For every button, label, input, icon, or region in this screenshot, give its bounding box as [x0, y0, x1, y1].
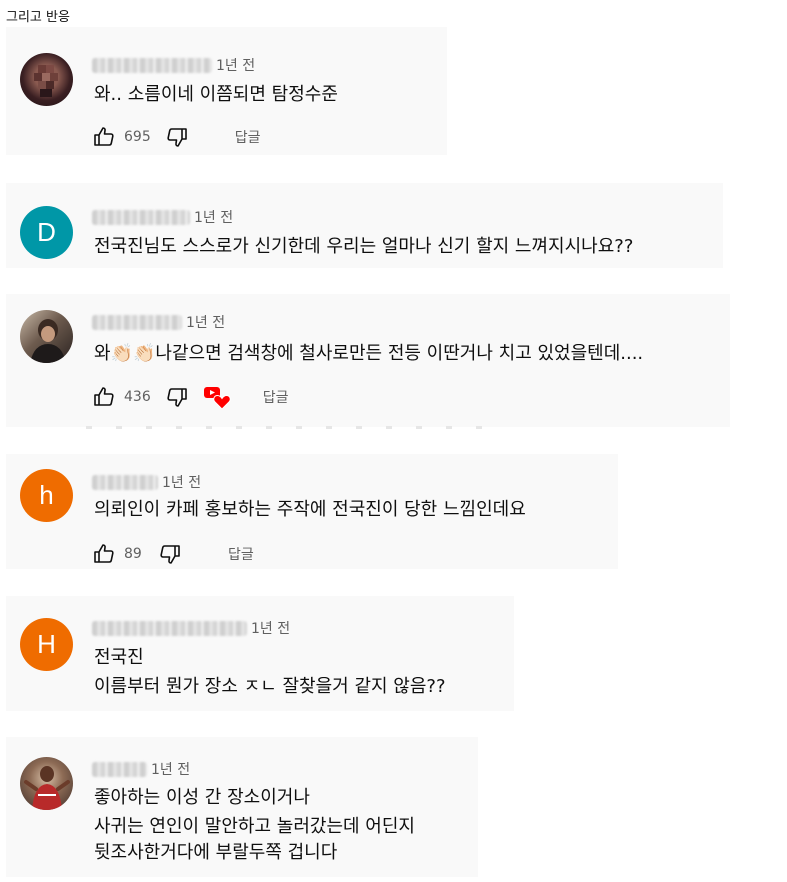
- avatar[interactable]: h: [20, 469, 73, 522]
- comment-text-line: 전국진: [94, 647, 144, 668]
- like-count: 436: [124, 389, 151, 405]
- comment-actions: 89 답글: [92, 542, 254, 566]
- comment-text-line: 좋아하는 이성 간 장소이거나: [94, 787, 310, 808]
- author-name-blurred[interactable]: [92, 474, 158, 490]
- comment-meta: 1년 전: [92, 759, 190, 779]
- reply-button[interactable]: 답글: [228, 544, 254, 564]
- comment-text-line: 사귀는 연인이 말안하고 놀러갔는데 어딘지: [94, 816, 415, 837]
- comment-text-line: 이름부터 뭔가 장소 ㅈㄴ 잘찾을거 같지 않음??: [94, 676, 446, 697]
- dislike-icon[interactable]: [165, 385, 189, 409]
- comment-text: 의뢰인이 카페 홍보하는 주작에 전국진이 당한 느낌인데요: [94, 499, 526, 520]
- dislike-icon[interactable]: [158, 542, 182, 566]
- dislike-icon[interactable]: [165, 125, 189, 149]
- comment-card: h 1년 전 의뢰인이 카페 홍보하는 주작에 전국진이 당한 느낌인데요 89…: [6, 454, 618, 569]
- like-icon[interactable]: [92, 542, 116, 566]
- comment-text: 와👏🏻👏🏻나같으면 검색창에 철사로만든 전등 이딴거나 치고 있었을텐데...…: [94, 343, 644, 364]
- author-name-blurred[interactable]: [92, 57, 212, 73]
- comment-actions: 695 답글: [92, 125, 261, 149]
- reply-button[interactable]: 답글: [263, 387, 289, 407]
- avatar[interactable]: D: [20, 206, 73, 259]
- author-name-blurred[interactable]: [92, 314, 182, 330]
- avatar[interactable]: [20, 310, 73, 363]
- divider: [86, 426, 486, 429]
- avatar[interactable]: [20, 53, 73, 106]
- avatar-person-icon: [30, 319, 66, 363]
- comment-card: 1년 전 와👏🏻👏🏻나같으면 검색창에 철사로만든 전등 이딴거나 치고 있었을…: [6, 294, 730, 427]
- comment-time[interactable]: 1년 전: [186, 312, 225, 332]
- comment-actions: 436 답글: [92, 385, 289, 410]
- creator-heart-icon: [203, 387, 231, 410]
- comment-text: 와.. 소름이네 이쯤되면 탐정수준: [94, 84, 338, 105]
- comment-time[interactable]: 1년 전: [251, 618, 290, 638]
- comment-time[interactable]: 1년 전: [194, 207, 233, 227]
- comment-meta: 1년 전: [92, 312, 225, 332]
- like-count: 695: [124, 129, 151, 145]
- comment-time[interactable]: 1년 전: [151, 759, 190, 779]
- page-title: 그리고 반응: [6, 10, 70, 25]
- avatar-athlete-icon: [24, 766, 70, 810]
- comment-card: 1년 전 좋아하는 이성 간 장소이거나 사귀는 연인이 말안하고 놀러갔는데 …: [6, 737, 478, 877]
- comment-time[interactable]: 1년 전: [216, 55, 255, 75]
- reply-button[interactable]: 답글: [235, 127, 261, 147]
- avatar-pixelated-icon: [34, 65, 58, 97]
- author-name-blurred[interactable]: [92, 209, 190, 225]
- comment-meta: 1년 전: [92, 618, 290, 638]
- comment-card: 1년 전 와.. 소름이네 이쯤되면 탐정수준 695 답글: [6, 27, 447, 155]
- comment-meta: 1년 전: [92, 55, 255, 75]
- comment-time[interactable]: 1년 전: [162, 472, 201, 492]
- comment-text-line: 뒷조사한거다에 부랄두쪽 겁니다: [94, 842, 338, 863]
- comment-meta: 1년 전: [92, 207, 233, 227]
- author-name-blurred[interactable]: [92, 620, 247, 636]
- like-icon[interactable]: [92, 385, 116, 409]
- like-count: 89: [124, 546, 142, 562]
- comment-meta: 1년 전: [92, 472, 201, 492]
- avatar[interactable]: [20, 757, 73, 810]
- like-icon[interactable]: [92, 125, 116, 149]
- comment-text: 전국진님도 스스로가 신기한데 우리는 얼마나 신기 할지 느껴지시나요??: [94, 236, 634, 257]
- avatar[interactable]: H: [20, 618, 73, 671]
- comment-card: H 1년 전 전국진 이름부터 뭔가 장소 ㅈㄴ 잘찾을거 같지 않음??: [6, 596, 514, 711]
- author-name-blurred[interactable]: [92, 761, 147, 777]
- comment-card: D 1년 전 전국진님도 스스로가 신기한데 우리는 얼마나 신기 할지 느껴지…: [6, 183, 723, 268]
